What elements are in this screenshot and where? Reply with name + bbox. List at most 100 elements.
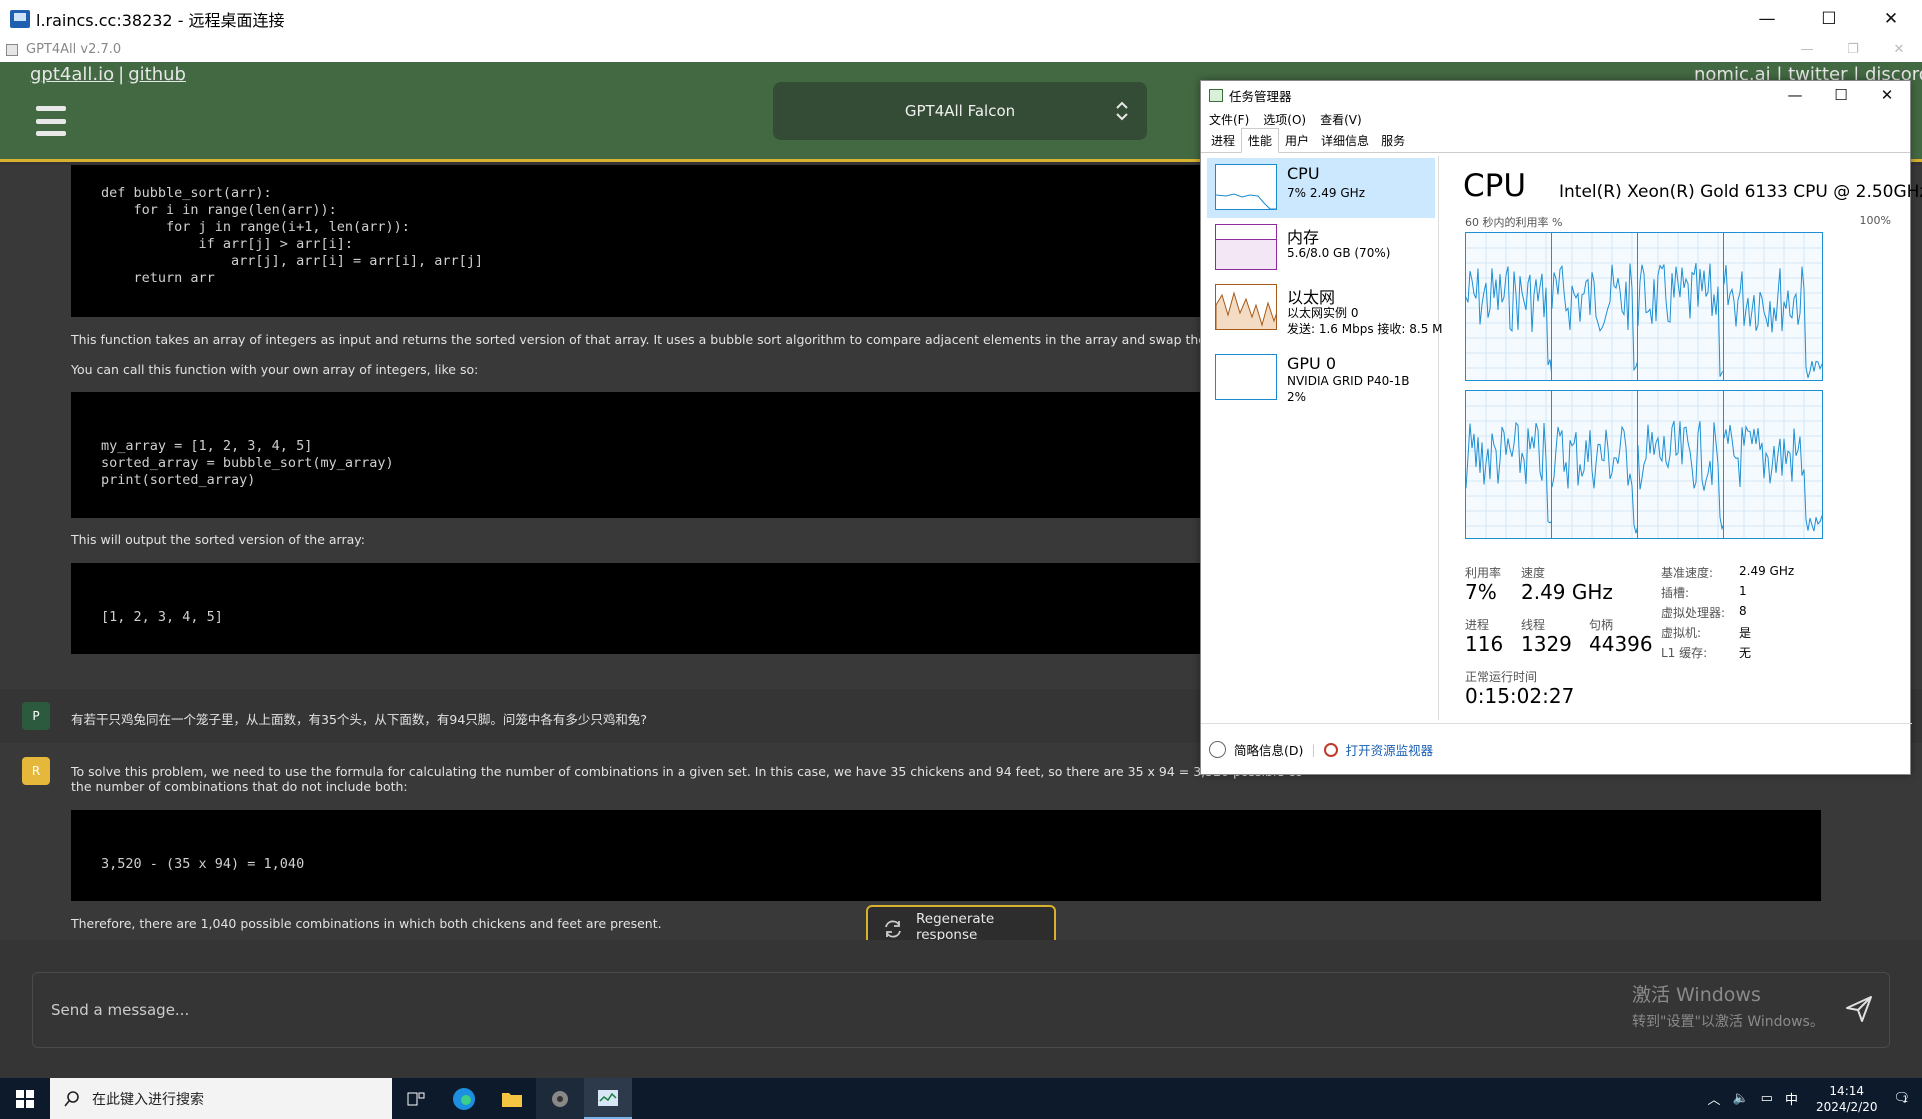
ime-indicator[interactable]: 中 [1785, 1089, 1798, 1108]
cpu-summary: 7% 2.49 GHz [1287, 186, 1366, 200]
app-titlebar: GPT4All v2.7.0 — ❐ ✕ [0, 37, 1922, 62]
menu-file[interactable]: 文件(F) [1209, 111, 1249, 128]
task-manager-title: 任务管理器 [1229, 88, 1292, 104]
network-icon[interactable]: ▭ [1761, 1091, 1773, 1106]
speed-value: 2.49 GHz [1521, 580, 1613, 604]
notification-count: 1 [1902, 1095, 1909, 1105]
notification-icon[interactable]: 🗨 1 [1893, 1091, 1910, 1106]
gpt4all-site-link[interactable]: gpt4all.io [30, 64, 114, 85]
gpt4all-taskbar-icon[interactable] [536, 1078, 584, 1119]
file-explorer-icon[interactable] [488, 1078, 536, 1119]
input-area: Send a message... 激活 Windows 转到"设置"以激活 W… [0, 940, 1922, 1078]
gpu-usage: 2% [1287, 390, 1307, 404]
memory-summary: 5.6/8.0 GB (70%) [1287, 246, 1391, 260]
sidebar-item-memory[interactable]: 内存 5.6/8.0 GB (70%) [1207, 218, 1435, 278]
response-text: This will output the sorted version of t… [71, 532, 365, 547]
search-icon [64, 1090, 79, 1106]
chevron-up-circle-icon[interactable] [1209, 741, 1226, 758]
tab-performance[interactable]: 性能 [1241, 128, 1280, 153]
tm-maximize-button[interactable]: ☐ [1818, 81, 1864, 109]
app-maximize-button[interactable]: ❐ [1830, 37, 1876, 62]
task-manager-icon [1209, 88, 1223, 102]
core-graph [1551, 232, 1651, 381]
send-icon[interactable] [1844, 994, 1874, 1024]
utilization-value: 7% [1465, 580, 1497, 604]
bot-message-text: the number of combinations that do not i… [71, 779, 408, 794]
app-icon [6, 43, 18, 56]
github-link[interactable]: github [128, 64, 186, 85]
task-view-icon[interactable] [392, 1078, 440, 1119]
taskbar-clock[interactable]: 14:14 2024/2/20 [1816, 1083, 1878, 1115]
app-close-button[interactable]: ✕ [1876, 37, 1922, 62]
menu-view[interactable]: 查看(V) [1320, 111, 1362, 128]
message-input[interactable]: Send a message... [32, 972, 1890, 1048]
windows-taskbar: 在此键入进行搜索 ︿ 🔈 ▭ 中 14:14 2024/2/20 🗨 1 [0, 1078, 1922, 1119]
response-text: You can call this function with your own… [71, 362, 479, 377]
menu-hamburger-icon[interactable] [36, 106, 66, 136]
sidebar-item-cpu[interactable]: CPU 7% 2.49 GHz [1207, 158, 1435, 218]
search-placeholder: 在此键入进行搜索 [92, 1091, 204, 1108]
volume-icon[interactable]: 🔈 [1732, 1091, 1748, 1106]
user-message-text: 有若干只鸡兔同在一个笼子里，从上面数，有35个头，从下面数，有94只脚。问笼中各… [71, 712, 647, 727]
code-block: 3,520 - (35 x 94) = 1,040 [71, 810, 1821, 901]
processes-value: 116 [1465, 632, 1504, 656]
refresh-icon [885, 920, 901, 938]
tm-minimize-button[interactable]: — [1772, 81, 1818, 109]
sidebar-item-gpu[interactable]: GPU 0 NVIDIA GRID P40-1B 2% [1207, 348, 1435, 408]
model-name: GPT4All Falcon [904, 102, 1016, 120]
model-selector[interactable]: GPT4All Falcon [773, 82, 1147, 140]
ethernet-thumbnail-graph [1215, 284, 1277, 330]
virtual-processors-value: 8 [1739, 604, 1747, 618]
close-button[interactable]: ✕ [1860, 0, 1922, 37]
utilization-label: 利用率 [1465, 566, 1502, 580]
cpu-performance-panel: CPU Intel(R) Xeon(R) Gold 6133 CPU @ 2.5… [1441, 156, 1922, 720]
handles-label: 句柄 [1589, 618, 1614, 632]
memory-thumbnail-graph [1215, 224, 1277, 270]
core-graph [1551, 390, 1651, 539]
gpu-model: NVIDIA GRID P40-1B [1287, 374, 1410, 388]
response-text: This function takes an array of integers… [71, 332, 1287, 347]
chevron-updown-icon [1116, 101, 1128, 121]
cpu-model-name: Intel(R) Xeon(R) Gold 6133 CPU @ 2.50GHz [1559, 182, 1922, 202]
maximize-button[interactable]: ☐ [1798, 0, 1860, 37]
threads-label: 线程 [1521, 618, 1546, 632]
system-tray: ︿ 🔈 ▭ 中 14:14 2024/2/20 🗨 1 [1701, 1078, 1922, 1119]
task-manager-window: 任务管理器 — ☐ ✕ 文件(F) 选项(O) 查看(V) 进程 性能 用户 详… [1200, 80, 1922, 775]
virtual-processors-label: 虚拟处理器: [1661, 606, 1726, 620]
taskbar-search[interactable]: 在此键入进行搜索 [50, 1078, 392, 1119]
gpu-thumbnail-graph [1215, 354, 1277, 400]
cpu-thumbnail-graph [1215, 164, 1277, 210]
task-manager-titlebar: 任务管理器 — ☐ ✕ [1201, 81, 1910, 109]
activate-windows-watermark: 激活 Windows 转到"设置"以激活 Windows。 [1632, 980, 1824, 1031]
sockets-label: 插槽: [1661, 586, 1690, 600]
clock-time: 14:14 [1829, 1083, 1865, 1098]
task-manager-footer: 简略信息(D) | 打开资源监视器 [1201, 723, 1912, 775]
tab-services[interactable]: 服务 [1375, 129, 1411, 152]
chevron-up-icon[interactable]: ︿ [1707, 1089, 1720, 1108]
speed-label: 速度 [1521, 566, 1546, 580]
virtual-machine-value: 是 [1739, 626, 1752, 640]
task-manager-taskbar-icon[interactable] [584, 1078, 632, 1119]
header-links: gpt4all.io | github [30, 64, 186, 85]
clock-date: 2024/2/20 [1815, 1099, 1878, 1114]
edge-icon[interactable] [440, 1078, 488, 1119]
memory-label: 内存 [1287, 228, 1320, 247]
menu-options[interactable]: 选项(O) [1263, 111, 1306, 128]
fewer-details-link[interactable]: 简略信息(D) [1234, 740, 1303, 759]
activate-title: 激活 Windows [1632, 984, 1761, 1006]
regenerate-label: Regenerate response [916, 911, 995, 943]
tab-users[interactable]: 用户 [1279, 129, 1315, 152]
open-resource-monitor-link[interactable]: 打开资源监视器 [1346, 740, 1434, 759]
activate-hint: 转到"设置"以激活 Windows。 [1632, 1014, 1824, 1030]
minimize-button[interactable]: — [1736, 0, 1798, 37]
utilization-max-label: 100% [1859, 214, 1891, 227]
core-graph [1723, 232, 1823, 381]
tab-details[interactable]: 详细信息 [1315, 129, 1375, 152]
app-minimize-button[interactable]: — [1784, 37, 1830, 62]
start-button[interactable] [0, 1078, 50, 1119]
app-window-title: GPT4All v2.7.0 [26, 42, 122, 57]
l1-cache-value: 无 [1739, 646, 1752, 660]
sidebar-item-ethernet[interactable]: 以太网 以太网实例 0 发送: 1.6 Mbps 接收: 8.5 M [1207, 278, 1443, 338]
tab-processes[interactable]: 进程 [1205, 129, 1241, 152]
tm-close-button[interactable]: ✕ [1864, 81, 1910, 109]
